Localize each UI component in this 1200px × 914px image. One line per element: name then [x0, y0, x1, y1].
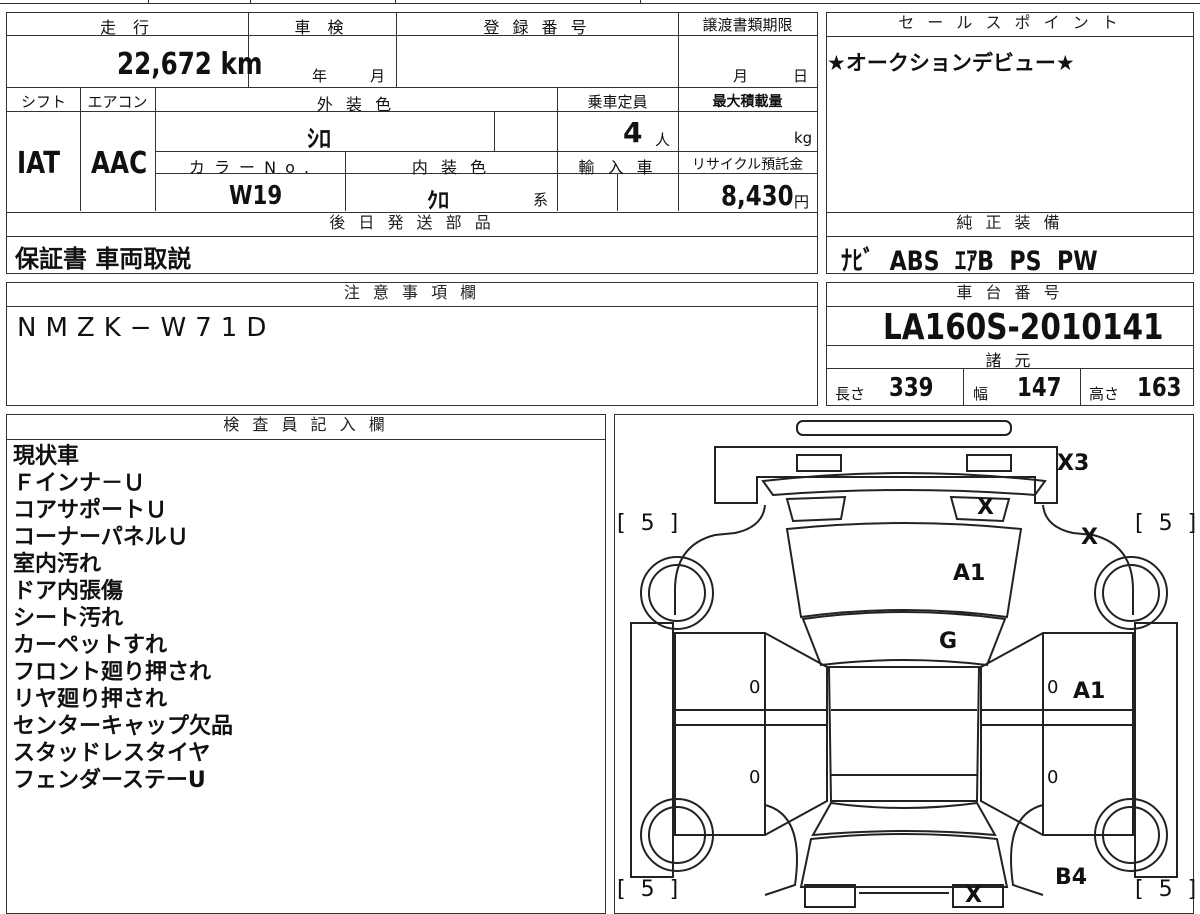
door-mark-front-right: 0 — [1047, 677, 1059, 698]
damage-diagram-box: [ 5 ] [ 5 ] [ 5 ] [ 5 ] X3 X X A1 G A1 B… — [614, 414, 1196, 914]
mark-right-door: A1 — [1073, 679, 1106, 704]
mark-fender-right: X — [1081, 525, 1098, 550]
equipment-label: 純 正 装 備 — [827, 213, 1193, 237]
recycle-unit: 円 — [794, 193, 810, 211]
length-value: 339 — [889, 373, 934, 403]
inspector-note-item: Ｆインナ－Ｕ — [13, 471, 146, 496]
chassis-box: 車 台 番 号 LA160S-2010141 諸 元 長さ 339 幅 147 … — [826, 282, 1194, 406]
sales-point-label: セ ー ル ス ポ イ ン ト — [827, 13, 1193, 37]
inspector-note-item: センターキャップ欠品 — [13, 714, 234, 739]
tire-rear-right: [ 5 ] — [1135, 877, 1200, 902]
mark-rear-right: B4 — [1055, 865, 1088, 890]
deadline-month-label: 月 — [733, 67, 749, 85]
caution-box: 注 意 事 項 欄 NMZK−W71D — [6, 282, 818, 406]
inspector-note-item: シート汚れ — [13, 606, 124, 631]
specs-label: 諸 元 — [985, 351, 1035, 370]
inspector-note-item: 室内汚れ — [13, 552, 102, 577]
mark-windshield: G — [939, 629, 958, 654]
import-label: 輸 入 車 — [578, 158, 657, 177]
exterior-color-value: ｼﾛ — [307, 125, 331, 153]
shift-value: IAT — [17, 146, 61, 181]
sales-point-box: セ ー ル ス ポ イ ン ト ★オークションデビュー★ — [826, 12, 1194, 214]
sales-point-value: ★オークションデビュー★ — [827, 51, 1075, 75]
recycle-label: リサイクル預託金 — [691, 157, 804, 173]
door-mark-front-left: 0 — [749, 677, 761, 698]
interior-color-label: 内 装 色 — [411, 158, 491, 177]
registration-label: 登 録 番 号 — [483, 18, 591, 37]
door-mark-rear-right: 0 — [1047, 767, 1059, 788]
inspection-label: 車 検 — [294, 18, 350, 37]
inspector-note-item: 現状車 — [13, 444, 80, 469]
caution-label: 注 意 事 項 欄 — [7, 283, 817, 307]
ac-label: エアコン — [87, 93, 148, 111]
delivery-parts-box: 後 日 発 送 部 品 保証書 車両取説 — [6, 212, 818, 274]
inspector-notes-list: 現状車 Ｆインナ－Ｕ コアサポートＵ コーナーパネルＵ 室内汚れ ドア内張傷 シート汚れ カー… — [13, 443, 233, 794]
delivery-parts-label: 後 日 発 送 部 品 — [7, 213, 817, 237]
mark-rear-bottom: X — [965, 883, 982, 908]
tire-rear-left: [ 5 ] — [617, 877, 683, 902]
width-value: 147 — [1017, 373, 1062, 403]
transfer-deadline-label: 譲渡書類期限 — [702, 16, 793, 34]
tire-front-left: [ 5 ] — [617, 511, 683, 536]
mileage-value: 22,672 km — [117, 47, 263, 82]
interior-color-value: ｸﾛ — [427, 189, 450, 214]
inspection-month-label: 月 — [370, 67, 386, 85]
height-label: 高さ — [1089, 385, 1120, 403]
interior-suffix: 系 — [533, 191, 549, 209]
load-unit: kg — [794, 129, 813, 147]
width-label: 幅 — [973, 385, 989, 403]
chassis-label: 車 台 番 号 — [827, 283, 1193, 307]
mark-front-bumper: X3 — [1057, 451, 1090, 476]
equipment-value: ﾅﾋﾞ ABS ｴｱB PS PW — [841, 246, 1098, 277]
ac-value: AAC — [91, 146, 148, 181]
color-no-value: W19 — [229, 181, 283, 211]
car-outline-diagram — [630, 420, 1178, 908]
inspector-notes-label: 検 査 員 記 入 欄 — [7, 415, 605, 440]
deadline-day-label: 日 — [793, 67, 809, 85]
capacity-unit: 人 — [655, 131, 671, 149]
capacity-value: 4 — [623, 116, 643, 149]
vehicle-info-box: 走 行 車 検 登 録 番 号 譲渡書類期限 22,672 km 年 月 月 日… — [6, 12, 818, 214]
inspector-note-item: スタッドレスタイヤ — [13, 741, 211, 766]
height-value: 163 — [1137, 373, 1182, 403]
length-label: 長さ — [835, 385, 866, 403]
caution-value: NMZK−W71D — [17, 313, 276, 343]
inspector-note-item: コアサポートＵ — [13, 498, 168, 523]
mark-hood: A1 — [953, 561, 986, 586]
inspector-note-item: コーナーパネルＵ — [13, 525, 189, 550]
exterior-color-label: 外 装 色 — [316, 95, 396, 114]
chassis-value: LA160S-2010141 — [883, 307, 1164, 348]
inspector-note-item: フロント廻り押され — [13, 660, 212, 685]
mileage-label: 走 行 — [99, 18, 156, 37]
max-load-label: 最大積載量 — [712, 94, 783, 110]
door-mark-rear-left: 0 — [749, 767, 761, 788]
shift-label: シフト — [20, 93, 66, 111]
inspector-note-item: フェンダーステーU — [13, 768, 206, 793]
mark-headlight: X — [977, 495, 994, 520]
inspector-note-item: カーペットすれ — [13, 633, 168, 658]
inspector-notes-box: 検 査 員 記 入 欄 現状車 Ｆインナ－Ｕ コアサポートＵ コーナーパネルＵ 室内汚れ… — [6, 414, 606, 914]
capacity-label: 乗車定員 — [587, 93, 648, 111]
inspector-note-item: ドア内張傷 — [13, 579, 124, 604]
color-no-label: カ ラ ー N o . — [188, 158, 312, 177]
equipment-box: 純 正 装 備 ﾅﾋﾞ ABS ｴｱB PS PW — [826, 212, 1194, 277]
inspection-year-label: 年 — [312, 67, 328, 85]
inspector-note-item: リヤ廻り押され — [13, 687, 168, 712]
tire-front-right: [ 5 ] — [1135, 511, 1200, 536]
delivery-parts-value: 保証書 車両取説 — [15, 245, 192, 273]
